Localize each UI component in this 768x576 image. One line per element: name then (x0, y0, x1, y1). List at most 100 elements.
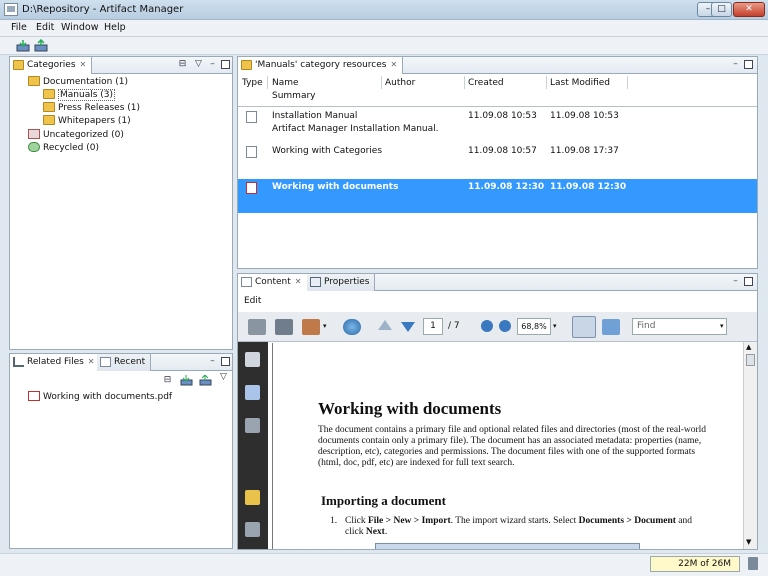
tab-related-files[interactable]: Related Files ✕ (10, 354, 101, 371)
column-name[interactable]: Name (272, 78, 299, 88)
step-part: . (384, 527, 388, 537)
import-icon[interactable] (16, 39, 30, 52)
binoculars-icon[interactable] (245, 418, 260, 433)
tree-item-recycled[interactable]: Recycled (0) (28, 142, 99, 153)
edit-button[interactable]: Edit (244, 296, 261, 306)
export-icon[interactable] (34, 38, 48, 52)
view-menu-icon[interactable]: ▽ (194, 60, 203, 69)
save-icon[interactable] (275, 319, 293, 335)
step-part: Document (634, 516, 676, 526)
table-row[interactable]: Working with Categories 11.09.08 10:57 1… (238, 143, 757, 177)
find-input[interactable]: Find (632, 318, 727, 335)
collapse-all-icon[interactable]: ⊟ (163, 376, 172, 385)
fit-page-icon[interactable] (602, 319, 620, 335)
tree-label: Documentation (1) (43, 77, 128, 87)
folder-icon (13, 60, 24, 70)
column-summary[interactable]: Summary (272, 91, 316, 101)
minimize-view-icon[interactable]: – (731, 60, 740, 69)
tab-categories[interactable]: Categories ✕ (10, 57, 93, 74)
menu-file[interactable]: File (11, 22, 27, 33)
recycle-icon (28, 142, 40, 152)
document-paragraph: The document contains a primary file and… (318, 425, 707, 468)
column-divider (464, 76, 465, 89)
tree-label: Uncategorized (0) (43, 130, 124, 140)
zoom-field[interactable]: 68,8% (517, 318, 551, 335)
close-button[interactable]: ✕ (733, 2, 765, 17)
app-icon (4, 3, 18, 16)
close-icon[interactable]: ✕ (390, 60, 397, 69)
column-created[interactable]: Created (468, 78, 504, 88)
folder-icon (43, 89, 55, 99)
chevron-down-icon[interactable]: ▾ (720, 322, 724, 330)
pages-icon[interactable] (245, 352, 260, 367)
view-menu-icon[interactable]: ▽ (219, 373, 228, 382)
status-bar: 22M of 26M (0, 553, 768, 576)
minimize-view-icon[interactable]: – (208, 60, 217, 69)
scroll-up-icon[interactable]: ▲ (746, 343, 751, 351)
maximize-view-icon[interactable] (221, 357, 230, 366)
table-row[interactable]: Working with documents 11.09.08 12:30 11… (238, 179, 757, 213)
maximize-view-icon[interactable] (744, 277, 753, 286)
step-part: . The import wizard starts. Select (450, 516, 579, 526)
pdf-icon (246, 182, 257, 194)
chevron-down-icon[interactable]: ▾ (323, 322, 327, 330)
scroll-thumb[interactable] (746, 354, 755, 366)
zoom-out-icon[interactable] (481, 320, 493, 332)
row-modified: 11.09.08 12:30 (550, 182, 627, 192)
scroll-down-icon[interactable]: ▼ (746, 538, 751, 546)
minimize-view-icon[interactable]: – (731, 277, 740, 286)
chevron-down-icon[interactable]: ▾ (553, 322, 557, 330)
close-icon[interactable]: ✕ (88, 357, 95, 366)
zoom-in-icon[interactable] (499, 320, 511, 332)
embedded-screenshot (375, 543, 640, 549)
column-type[interactable]: Type (242, 78, 263, 88)
print-icon[interactable] (248, 319, 266, 335)
trash-icon[interactable] (748, 557, 758, 570)
fit-width-icon[interactable] (572, 316, 596, 338)
menu-help[interactable]: Help (104, 22, 126, 33)
pdf-scrollbar[interactable]: ▲ ▼ (743, 342, 757, 549)
close-icon[interactable]: ✕ (80, 60, 87, 69)
pdf-icon (28, 391, 40, 401)
maximize-view-icon[interactable] (221, 60, 230, 69)
menu-window[interactable]: Window (61, 22, 98, 33)
table-row[interactable]: Installation Manual Artifact Manager Ins… (238, 108, 757, 142)
globe-icon[interactable] (343, 319, 361, 335)
title-bar: D:\Repository - Artifact Manager – □ ✕ (0, 0, 768, 20)
close-icon[interactable]: ✕ (295, 277, 302, 286)
tree-item-documentation[interactable]: Documentation (1) (28, 76, 128, 87)
menu-edit[interactable]: Edit (36, 22, 54, 33)
tab-category-resources[interactable]: 'Manuals' category resources ✕ (238, 57, 404, 74)
next-page-icon[interactable] (401, 322, 415, 332)
related-file-item[interactable]: Working with documents.pdf (28, 391, 172, 402)
row-created: 11.09.08 10:57 (468, 146, 537, 156)
maximize-view-icon[interactable] (744, 60, 753, 69)
bookmarks-icon[interactable] (245, 385, 260, 400)
import-icon[interactable] (180, 375, 193, 386)
column-author[interactable]: Author (385, 78, 415, 88)
maximize-button[interactable]: □ (711, 2, 732, 17)
tab-recent[interactable]: Recent (97, 354, 152, 371)
column-divider (546, 76, 547, 89)
previous-page-icon[interactable] (378, 320, 392, 330)
tree-item-press-releases[interactable]: Press Releases (1) (43, 102, 140, 113)
tree-item-uncategorized[interactable]: Uncategorized (0) (28, 129, 124, 140)
comments-icon[interactable] (245, 490, 260, 505)
attachment-icon[interactable] (245, 522, 260, 537)
folder-icon (241, 60, 252, 70)
collapse-all-icon[interactable]: ⊟ (178, 60, 187, 69)
page-number-input[interactable]: 1 (423, 318, 443, 335)
column-last-modified[interactable]: Last Modified (550, 78, 610, 88)
minimize-view-icon[interactable]: – (208, 357, 217, 366)
tree-item-manuals[interactable]: Manuals (3) (43, 89, 116, 101)
menu-bar: File Edit Window Help (0, 20, 768, 37)
uncategorized-icon (28, 129, 40, 139)
share-icon[interactable] (302, 319, 320, 335)
row-modified: 11.09.08 17:37 (550, 146, 619, 156)
tab-properties[interactable]: Properties (307, 274, 376, 291)
tree-item-whitepapers[interactable]: Whitepapers (1) (43, 115, 131, 126)
row-name: Working with Categories (272, 146, 383, 156)
export-icon[interactable] (199, 374, 212, 386)
tab-label: Content (255, 277, 291, 287)
tab-content[interactable]: Content ✕ (238, 274, 308, 291)
